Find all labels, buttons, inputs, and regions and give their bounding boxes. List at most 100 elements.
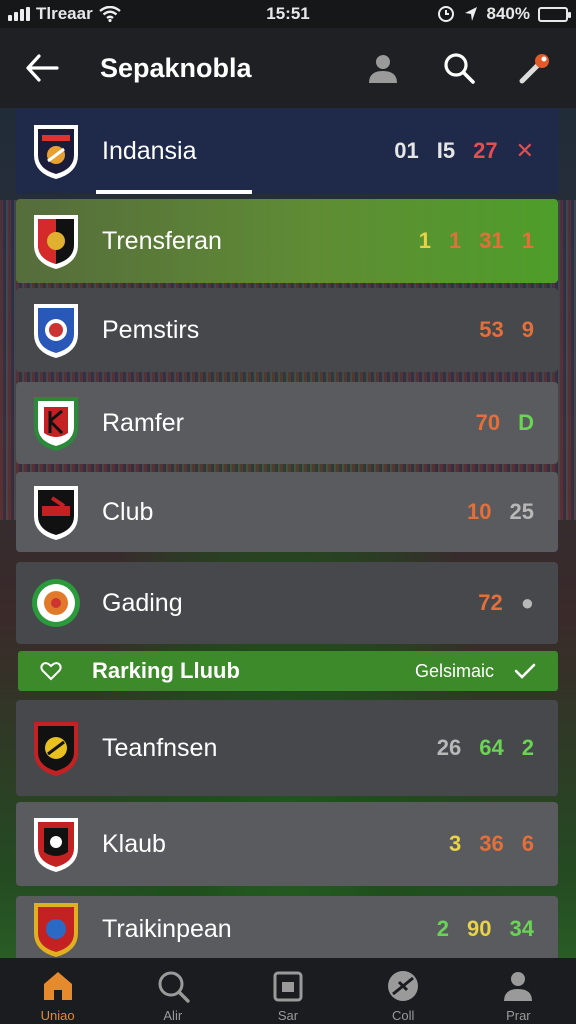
- club-crest: [30, 573, 82, 633]
- stat-value: 1: [418, 228, 432, 253]
- info-icon[interactable]: ●: [521, 590, 534, 616]
- club-name: Klaub: [102, 829, 166, 858]
- stat-value: 9: [521, 317, 534, 342]
- status-bar: Tlreaar 15:51 840%: [0, 0, 576, 28]
- ball-icon: [388, 971, 419, 1001]
- list-item[interactable]: Club 10 25: [16, 472, 558, 552]
- stat-value: 2: [521, 735, 534, 760]
- arrow-left-icon: [26, 54, 59, 82]
- calendar-icon: [273, 971, 303, 1002]
- nav-calendar[interactable]: Sar: [243, 968, 333, 1023]
- club-name: Gading: [102, 588, 183, 617]
- club-stats: 53 9: [479, 317, 558, 343]
- list-item[interactable]: Traikinpean 2 90 34: [16, 896, 558, 962]
- club-stats: 1 1 31 1: [419, 228, 558, 254]
- page-title: Sepaknobla: [100, 52, 252, 83]
- list-item[interactable]: Klaub 3 36 6: [16, 802, 558, 886]
- stat-value: 70: [475, 410, 501, 435]
- stat-value: 27: [473, 138, 498, 163]
- nav-label: Prar: [506, 1008, 531, 1023]
- club-crest: [30, 718, 82, 778]
- alarm-icon: [437, 6, 454, 22]
- stat-value: 6: [521, 831, 534, 856]
- club-crest: [30, 899, 82, 959]
- nav-home[interactable]: Uniao: [13, 968, 103, 1023]
- stat-value: 53: [479, 317, 504, 342]
- home-icon: [43, 972, 72, 1000]
- close-icon[interactable]: ✕: [516, 138, 534, 164]
- club-name: Traikinpean: [102, 914, 232, 943]
- stat-value: 1: [521, 228, 534, 253]
- bottom-nav: Uniao Alir Sar Coll Prar: [0, 958, 576, 1024]
- club-stats: 3 36 6: [449, 831, 558, 857]
- stat-value: 10: [467, 499, 492, 524]
- nav-profile[interactable]: Prar: [473, 968, 563, 1023]
- nav-ball[interactable]: Coll: [358, 968, 448, 1023]
- club-stats: 26 64 2: [437, 735, 558, 761]
- whistle-button[interactable]: [516, 49, 554, 87]
- stat-value: 1: [449, 228, 462, 253]
- club-stats: 70 D: [476, 410, 558, 436]
- back-button[interactable]: [22, 48, 62, 88]
- club-name: Ramfer: [102, 408, 184, 437]
- profile-button[interactable]: [364, 49, 402, 87]
- stat-value: 31: [479, 228, 504, 253]
- list-item[interactable]: Trensferan 1 1 31 1: [16, 199, 558, 283]
- location-icon: [464, 7, 477, 21]
- carrier-label: Tlreaar: [36, 4, 93, 23]
- nav-label: Uniao: [40, 1008, 75, 1023]
- nav-label: Coll: [391, 1008, 415, 1023]
- stat-value: 36: [479, 831, 504, 856]
- search-icon: [444, 53, 475, 84]
- club-name: Pemstirs: [102, 315, 200, 344]
- stat-value: 90: [467, 916, 492, 941]
- club-crest: [30, 814, 82, 874]
- app-header: Sepaknobla: [0, 28, 576, 108]
- club-name: Club: [102, 497, 154, 526]
- stat-value: 25: [509, 499, 534, 524]
- stat-value: I5: [436, 138, 456, 163]
- wifi-icon: [98, 6, 121, 22]
- ranking-title: Rarking Lluub: [92, 658, 240, 683]
- list-item[interactable]: Gading 72 ●: [16, 562, 558, 644]
- club-crest: [30, 300, 82, 360]
- nav-label: Alir: [163, 1008, 183, 1023]
- stat-value: 3: [449, 831, 462, 856]
- club-stats: 2 90 34: [437, 916, 558, 942]
- stat-value: D: [518, 410, 534, 435]
- club-crest: [30, 121, 82, 181]
- club-crest: [30, 211, 82, 271]
- nav-label: Sar: [277, 1008, 299, 1023]
- stat-value: 72: [478, 590, 503, 615]
- search-button[interactable]: [440, 49, 478, 87]
- club-name: Indansia: [102, 136, 197, 165]
- stat-value: 2: [436, 916, 450, 941]
- heart-icon: [40, 662, 62, 681]
- list-item[interactable]: Teanfnsen 26 64 2: [16, 700, 558, 796]
- club-name: Teanfnsen: [102, 733, 218, 762]
- stat-value: 64: [479, 735, 504, 760]
- list-item[interactable]: Ramfer 70 D: [16, 382, 558, 464]
- nav-search[interactable]: Alir: [128, 968, 218, 1023]
- search-icon: [158, 971, 190, 1003]
- stat-value: 01: [394, 138, 419, 163]
- stat-value: 34: [509, 916, 534, 941]
- battery-percent: 840%: [486, 4, 530, 23]
- signal-icon: [8, 7, 30, 21]
- club-crest: [30, 482, 82, 542]
- battery-icon: [538, 6, 571, 22]
- whistle-icon: [519, 54, 549, 84]
- list-item[interactable]: Pemstirs 53 9: [16, 288, 558, 372]
- club-stats: 72 ●: [478, 590, 558, 616]
- club-name: Trensferan: [102, 226, 222, 255]
- profile-icon: [504, 972, 533, 1001]
- tab-indicator: [96, 190, 252, 194]
- stat-value: 26: [436, 735, 462, 760]
- club-stats: 10 25: [467, 499, 558, 525]
- list-item[interactable]: Indansia 01 I5 27 ✕: [16, 108, 558, 194]
- club-crest: [30, 393, 82, 453]
- status-time: 15:51: [266, 4, 310, 23]
- checkmark-icon: [514, 663, 536, 679]
- person-icon: [369, 55, 397, 83]
- ranking-club-bar[interactable]: Rarking Lluub Gelsimaic: [18, 651, 558, 691]
